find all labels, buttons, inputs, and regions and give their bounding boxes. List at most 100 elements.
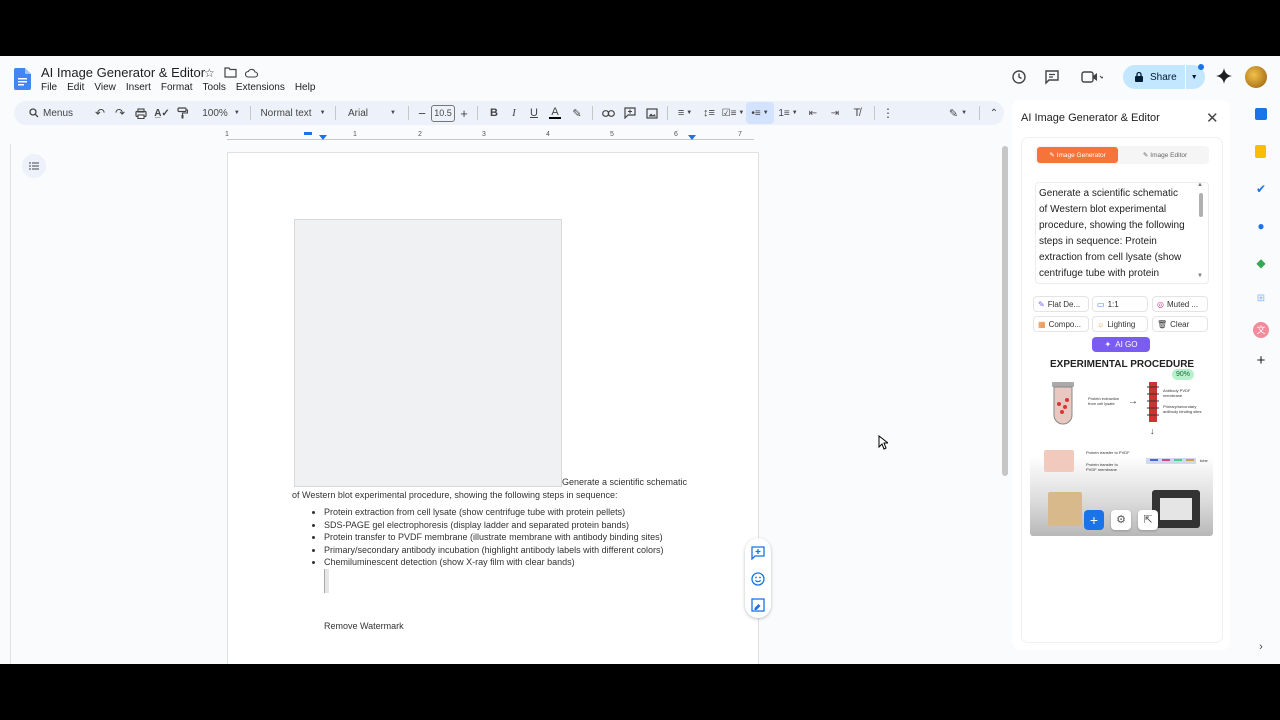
floating-action-bar — [745, 538, 771, 618]
list-item: Protein transfer to PVDF membrane (illus… — [324, 531, 664, 544]
horizontal-ruler[interactable]: 1 1 2 3 4 5 6 7 — [222, 131, 762, 144]
tab-image-generator[interactable]: ✎ Image Generator — [1037, 147, 1118, 163]
history-icon[interactable] — [1011, 69, 1027, 85]
toolbar-divider — [979, 106, 980, 120]
highlight-icon[interactable]: ✎ — [566, 102, 588, 124]
star-icon[interactable]: ☆ — [204, 66, 215, 80]
tab-switch: ✎ Image Generator ✎ Image Editor — [1035, 146, 1209, 164]
gemini-icon[interactable] — [1216, 68, 1232, 84]
comment-icon[interactable] — [1044, 69, 1060, 85]
ruler-tick: 1 — [353, 131, 357, 138]
suggest-edit-icon[interactable] — [751, 598, 765, 612]
tab-image-editor[interactable]: ✎ Image Editor — [1123, 147, 1207, 163]
menu-file[interactable]: File — [41, 82, 57, 93]
scroll-down-icon[interactable]: ▼ — [1197, 273, 1203, 279]
vertical-ruler[interactable] — [0, 144, 11, 664]
font-select[interactable]: Arial ▼ — [342, 102, 402, 124]
document-scrollbar[interactable] — [1002, 146, 1008, 476]
menu-edit[interactable]: Edit — [67, 82, 84, 93]
paint-format-icon[interactable] — [172, 102, 192, 124]
calendar-icon[interactable] — [1255, 108, 1267, 120]
bold-icon[interactable]: B — [484, 102, 504, 124]
option-lighting[interactable]: ☼ Lighting — [1092, 316, 1148, 332]
redo-icon[interactable]: ↷ — [110, 102, 130, 124]
clear-formatting-icon[interactable]: T̸ — [846, 102, 868, 124]
bulleted-list-icon[interactable]: •≡ ▼ — [746, 102, 774, 124]
font-size-input[interactable]: 10.5 — [431, 104, 455, 122]
share-button[interactable]: Share ▼ — [1123, 65, 1205, 89]
emoji-icon[interactable] — [751, 572, 765, 586]
meet-icon[interactable] — [1081, 71, 1103, 83]
print-icon[interactable] — [130, 102, 152, 124]
left-indent-marker[interactable] — [319, 135, 327, 140]
editing-mode-icon[interactable]: ✎ ▼ — [943, 102, 973, 124]
document-title[interactable]: AI Image Generator & Editor — [41, 65, 205, 80]
search-menus[interactable]: Menus — [20, 102, 82, 124]
expand-panel-icon[interactable]: › — [1254, 640, 1268, 654]
right-indent-marker[interactable] — [688, 135, 696, 140]
numbered-list-icon[interactable]: 1≡ ▼ — [774, 102, 802, 124]
avatar[interactable] — [1245, 66, 1267, 88]
document-page[interactable]: Generate a scientific schematic of Weste… — [227, 152, 759, 664]
keep-icon[interactable] — [1255, 145, 1266, 158]
add-icon[interactable]: + — [1254, 353, 1268, 368]
maps-icon[interactable]: ◆ — [1254, 256, 1268, 270]
italic-icon[interactable]: I — [504, 102, 524, 124]
inserted-image-placeholder[interactable] — [294, 219, 562, 487]
insert-comment-icon[interactable] — [619, 102, 641, 124]
option-aspect[interactable]: ▭ 1:1 — [1092, 296, 1148, 312]
menu-format[interactable]: Format — [161, 82, 193, 93]
folder-icon[interactable] — [224, 67, 237, 78]
preview-label: Protein transfer to PVDF membrane — [1086, 462, 1118, 472]
increase-font-size-button[interactable]: + — [457, 102, 471, 124]
underline-icon[interactable]: U — [524, 102, 544, 124]
remove-watermark-link[interactable]: Remove Watermark — [324, 621, 404, 631]
line-spacing-icon[interactable]: ↕≡ — [698, 102, 720, 124]
sparkle-icon: ✦ — [1104, 340, 1112, 349]
scroll-up-icon[interactable]: ▲ — [1197, 183, 1203, 188]
checklist-icon[interactable]: ☑≡ ▼ — [720, 102, 746, 124]
ai-go-button[interactable]: ✦ AI GO — [1092, 337, 1150, 352]
close-icon[interactable]: ✕ — [1206, 109, 1219, 127]
menu-help[interactable]: Help — [295, 82, 316, 93]
outline-button[interactable] — [22, 154, 46, 178]
add-comment-icon[interactable] — [751, 546, 765, 560]
collapse-toolbar-icon[interactable]: ⌃ — [986, 102, 1002, 124]
first-line-indent-marker[interactable] — [304, 132, 312, 135]
decrease-font-size-button[interactable]: − — [415, 102, 429, 124]
align-icon[interactable]: ≡ ▼ — [672, 102, 698, 124]
increase-indent-icon[interactable]: ⇥ — [824, 102, 846, 124]
decrease-indent-icon[interactable]: ⇤ — [802, 102, 824, 124]
addon-icon[interactable]: 文 — [1253, 322, 1269, 338]
settings-button[interactable]: ⚙ — [1111, 510, 1131, 530]
menu-view[interactable]: View — [94, 82, 116, 93]
generated-image-preview[interactable]: EXPERIMENTAL PROCEDURE 90% Protein extra… — [1030, 358, 1213, 536]
text-color-icon[interactable]: A — [544, 102, 566, 124]
prompt-scrollbar[interactable] — [1199, 193, 1203, 217]
ruler-tick: 1 — [225, 131, 229, 138]
contacts-icon[interactable]: ● — [1254, 219, 1268, 233]
add-image-button[interactable]: + — [1084, 510, 1104, 530]
more-options-icon[interactable]: ⋮ — [881, 102, 895, 124]
cloud-icon[interactable] — [245, 68, 258, 78]
menu-tools[interactable]: Tools — [203, 82, 226, 93]
docs-logo-icon[interactable] — [14, 68, 31, 90]
zoom-select[interactable]: 100% ▼ — [198, 102, 244, 124]
open-external-button[interactable]: ⇱ — [1138, 510, 1158, 530]
ruler-tick: 7 — [738, 131, 742, 138]
spellcheck-icon[interactable]: A̲✓ — [152, 102, 172, 124]
menu-extensions[interactable]: Extensions — [236, 82, 285, 93]
prompt-textarea[interactable]: Generate a scientific schematic of Weste… — [1035, 182, 1209, 284]
option-composition[interactable]: ▦ Compo... — [1033, 316, 1089, 332]
tasks-icon[interactable]: ✔ — [1254, 182, 1268, 196]
clear-button[interactable]: 🗑 Clear — [1152, 316, 1208, 332]
link-icon[interactable] — [597, 102, 619, 124]
insert-image-icon[interactable] — [641, 102, 663, 124]
option-color[interactable]: ◎ Muted ... — [1152, 296, 1208, 312]
apps-icon[interactable]: ⊞ — [1254, 292, 1268, 306]
menu-insert[interactable]: Insert — [126, 82, 151, 93]
undo-icon[interactable]: ↶ — [90, 102, 110, 124]
style-select[interactable]: Normal text ▼ — [257, 102, 329, 124]
option-style[interactable]: ✎ Flat De... — [1033, 296, 1089, 312]
chevron-down-icon[interactable]: ▼ — [1191, 74, 1198, 81]
